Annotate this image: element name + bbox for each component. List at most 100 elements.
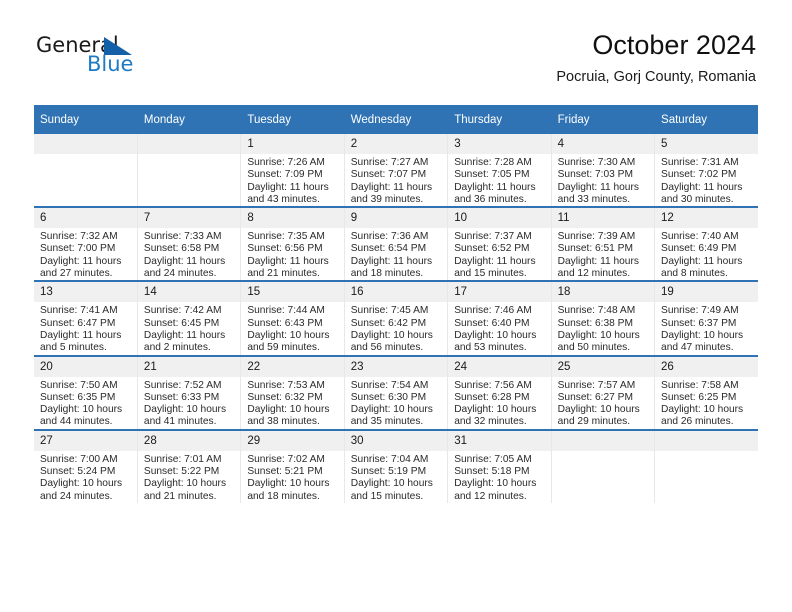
calendar-day-cell[interactable]: 13 Sunrise: 7:41 AM Sunset: 6:47 PM Dayligh… xyxy=(34,280,138,356)
day-number: 18 xyxy=(551,282,655,303)
sunrise-text: Sunrise: 7:30 AM xyxy=(557,157,636,168)
day-number: 26 xyxy=(655,356,758,377)
calendar-day-cell[interactable]: 19 Sunrise: 7:49 AM Sunset: 6:37 PM Dayligh… xyxy=(654,280,758,356)
day-number: 24 xyxy=(448,356,551,377)
sunrise-text: Sunrise: 7:48 AM xyxy=(557,305,636,317)
daylight-text: Daylight: 10 hours and 15 minutes. xyxy=(350,478,433,502)
daylight-text: Daylight: 10 hours and 21 minutes. xyxy=(143,478,227,502)
day-details: Sunrise: 7:58 AM Sunset: 6:25 PM Daylight:… xyxy=(655,377,758,429)
sunset-text: Sunset: 6:49 PM xyxy=(661,243,737,255)
sunset-text: Sunset: 6:35 PM xyxy=(40,391,116,403)
title-block: October 2024 Pocruia, Gorj County, Roman… xyxy=(556,28,756,86)
calendar-body: 1 Sunrise: 7:26 AM Sunset: 7:09 PM Daylight… xyxy=(34,134,758,503)
day-details: Sunrise: 7:40 AM Sunset: 6:49 PM Daylight:… xyxy=(655,228,758,280)
daylight-text: Daylight: 10 hours and 29 minutes. xyxy=(557,404,640,428)
day-details: Sunrise: 7:42 AM Sunset: 6:45 PM Daylight:… xyxy=(138,302,240,354)
sunrise-text: Sunrise: 7:36 AM xyxy=(350,231,429,243)
sunrise-text: Sunrise: 7:42 AM xyxy=(143,305,222,317)
sunset-text: Sunset: 7:00 PM xyxy=(40,243,116,255)
calendar-day-cell[interactable]: 29 Sunrise: 7:02 AM Sunset: 5:21 PM Dayligh… xyxy=(240,428,345,503)
general-blue-logo[interactable]: General Blue xyxy=(36,33,236,83)
calendar-day-cell[interactable]: 3 Sunrise: 7:28 AM Sunset: 7:05 PM Daylight… xyxy=(447,134,552,208)
calendar-day-cell[interactable]: 27 Sunrise: 7:00 AM Sunset: 5:24 PM Dayligh… xyxy=(34,428,138,503)
day-number: 13 xyxy=(34,282,137,303)
sunset-text: Sunset: 6:45 PM xyxy=(143,317,220,329)
calendar-week-row: 27 Sunrise: 7:00 AM Sunset: 5:24 PM Dayligh… xyxy=(34,428,758,503)
day-number xyxy=(34,134,137,154)
calendar-day-cell[interactable]: 4 Sunrise: 7:30 AM Sunset: 7:03 PM Daylight… xyxy=(551,134,656,208)
calendar-page: General Blue October 2024 Pocruia, Gorj … xyxy=(0,0,792,612)
calendar-day-cell[interactable]: 5 Sunrise: 7:31 AM Sunset: 7:02 PM Daylight… xyxy=(654,134,758,208)
calendar-day-cell[interactable]: 24 Sunrise: 7:56 AM Sunset: 6:28 PM Dayligh… xyxy=(447,354,552,430)
day-details: Sunrise: 7:31 AM Sunset: 7:02 PM Daylight:… xyxy=(655,154,758,206)
day-number: 25 xyxy=(551,356,655,377)
day-number xyxy=(655,430,758,451)
calendar-day-cell[interactable]: 14 Sunrise: 7:42 AM Sunset: 6:45 PM Dayligh… xyxy=(137,280,242,356)
day-number: 19 xyxy=(655,282,758,303)
daylight-text: Daylight: 11 hours and 27 minutes. xyxy=(40,255,122,280)
day-number: 7 xyxy=(137,208,241,229)
calendar-day-cell-empty xyxy=(137,134,242,208)
calendar-day-cell[interactable]: 11 Sunrise: 7:39 AM Sunset: 6:51 PM Dayligh… xyxy=(551,206,656,282)
daylight-text: Daylight: 11 hours and 30 minutes. xyxy=(661,181,743,205)
sunrise-text: Sunrise: 7:02 AM xyxy=(247,453,325,465)
day-details: Sunrise: 7:41 AM Sunset: 6:47 PM Daylight:… xyxy=(34,302,137,354)
day-number: 20 xyxy=(34,356,137,377)
day-number: 16 xyxy=(344,282,448,303)
calendar-day-cell[interactable]: 28 Sunrise: 7:01 AM Sunset: 5:22 PM Dayligh… xyxy=(137,428,242,503)
daylight-text: Daylight: 11 hours and 39 minutes. xyxy=(350,181,433,205)
calendar-day-cell[interactable]: 15 Sunrise: 7:44 AM Sunset: 6:43 PM Dayligh… xyxy=(240,280,345,356)
calendar-day-cell[interactable]: 25 Sunrise: 7:57 AM Sunset: 6:27 PM Dayligh… xyxy=(551,354,656,430)
calendar-day-cell[interactable]: 16 Sunrise: 7:45 AM Sunset: 6:42 PM Dayligh… xyxy=(344,280,449,356)
sunset-text: Sunset: 7:07 PM xyxy=(350,169,427,181)
sunrise-sunset-calendar-table: Sunday Monday Tuesday Wednesday Thursday… xyxy=(34,105,758,503)
calendar-day-cell-empty xyxy=(34,134,138,208)
day-number xyxy=(551,430,655,451)
day-details: Sunrise: 7:35 AM Sunset: 6:56 PM Daylight:… xyxy=(241,228,343,280)
sunset-text: Sunset: 5:22 PM xyxy=(143,466,220,478)
calendar-day-cell[interactable]: 17 Sunrise: 7:46 AM Sunset: 6:40 PM Dayligh… xyxy=(447,280,552,356)
calendar-day-cell[interactable]: 22 Sunrise: 7:53 AM Sunset: 6:32 PM Dayligh… xyxy=(240,354,345,430)
calendar-day-cell[interactable]: 12 Sunrise: 7:40 AM Sunset: 6:49 PM Dayligh… xyxy=(654,206,758,282)
calendar-day-cell[interactable]: 9 Sunrise: 7:36 AM Sunset: 6:54 PM Daylight… xyxy=(344,206,449,282)
day-details: Sunrise: 7:50 AM Sunset: 6:35 PM Daylight:… xyxy=(34,377,137,429)
weekday-header-monday: Monday xyxy=(137,105,242,134)
sunrise-text: Sunrise: 7:50 AM xyxy=(40,379,118,391)
day-number: 22 xyxy=(241,356,344,377)
day-number: 27 xyxy=(34,430,137,451)
day-details: Sunrise: 7:39 AM Sunset: 6:51 PM Daylight:… xyxy=(552,228,654,280)
calendar-header-row-group: Sunday Monday Tuesday Wednesday Thursday… xyxy=(34,105,758,134)
sunset-text: Sunset: 5:19 PM xyxy=(350,466,427,478)
daylight-text: Daylight: 10 hours and 35 minutes. xyxy=(350,404,433,428)
calendar-day-cell[interactable]: 8 Sunrise: 7:35 AM Sunset: 6:56 PM Daylight… xyxy=(240,206,345,282)
calendar-day-cell[interactable]: 7 Sunrise: 7:33 AM Sunset: 6:58 PM Daylight… xyxy=(137,206,242,282)
day-details: Sunrise: 7:04 AM Sunset: 5:19 PM Daylight:… xyxy=(345,451,447,503)
day-number: 10 xyxy=(448,208,551,229)
daylight-text: Daylight: 10 hours and 50 minutes. xyxy=(557,329,640,354)
calendar-day-cell[interactable]: 10 Sunrise: 7:37 AM Sunset: 6:52 PM Dayligh… xyxy=(447,206,552,282)
day-details: Sunrise: 7:56 AM Sunset: 6:28 PM Daylight:… xyxy=(448,377,550,429)
sunset-text: Sunset: 6:56 PM xyxy=(247,243,323,255)
calendar-day-cell[interactable]: 2 Sunrise: 7:27 AM Sunset: 7:07 PM Daylight… xyxy=(344,134,449,208)
daylight-text: Daylight: 11 hours and 21 minutes. xyxy=(247,255,329,280)
daylight-text: Daylight: 10 hours and 24 minutes. xyxy=(40,478,123,502)
calendar-day-cell[interactable]: 6 Sunrise: 7:32 AM Sunset: 7:00 PM Daylight… xyxy=(34,206,138,282)
calendar-day-cell-empty xyxy=(654,428,758,503)
weekday-header-saturday: Saturday xyxy=(654,105,758,134)
day-number: 11 xyxy=(551,208,655,229)
calendar-day-cell[interactable]: 26 Sunrise: 7:58 AM Sunset: 6:25 PM Dayligh… xyxy=(654,354,758,430)
sunset-text: Sunset: 6:30 PM xyxy=(350,391,427,403)
calendar-day-cell[interactable]: 20 Sunrise: 7:50 AM Sunset: 6:35 PM Dayligh… xyxy=(34,354,138,430)
calendar-day-cell[interactable]: 31 Sunrise: 7:05 AM Sunset: 5:18 PM Dayligh… xyxy=(447,428,552,503)
calendar-day-cell[interactable]: 1 Sunrise: 7:26 AM Sunset: 7:09 PM Daylight… xyxy=(240,134,345,208)
calendar-day-cell[interactable]: 30 Sunrise: 7:04 AM Sunset: 5:19 PM Dayligh… xyxy=(344,428,449,503)
day-details: Sunrise: 7:52 AM Sunset: 6:33 PM Daylight:… xyxy=(138,377,240,429)
day-details: Sunrise: 7:05 AM Sunset: 5:18 PM Daylight:… xyxy=(448,451,550,503)
calendar-day-cell[interactable]: 18 Sunrise: 7:48 AM Sunset: 6:38 PM Dayligh… xyxy=(551,280,656,356)
daylight-text: Daylight: 10 hours and 47 minutes. xyxy=(661,329,744,354)
daylight-text: Daylight: 10 hours and 59 minutes. xyxy=(247,329,330,354)
day-number: 4 xyxy=(551,134,655,154)
calendar-day-cell[interactable]: 21 Sunrise: 7:52 AM Sunset: 6:33 PM Dayligh… xyxy=(137,354,242,430)
daylight-text: Daylight: 10 hours and 18 minutes. xyxy=(247,478,330,502)
calendar-day-cell[interactable]: 23 Sunrise: 7:54 AM Sunset: 6:30 PM Dayligh… xyxy=(344,354,449,430)
